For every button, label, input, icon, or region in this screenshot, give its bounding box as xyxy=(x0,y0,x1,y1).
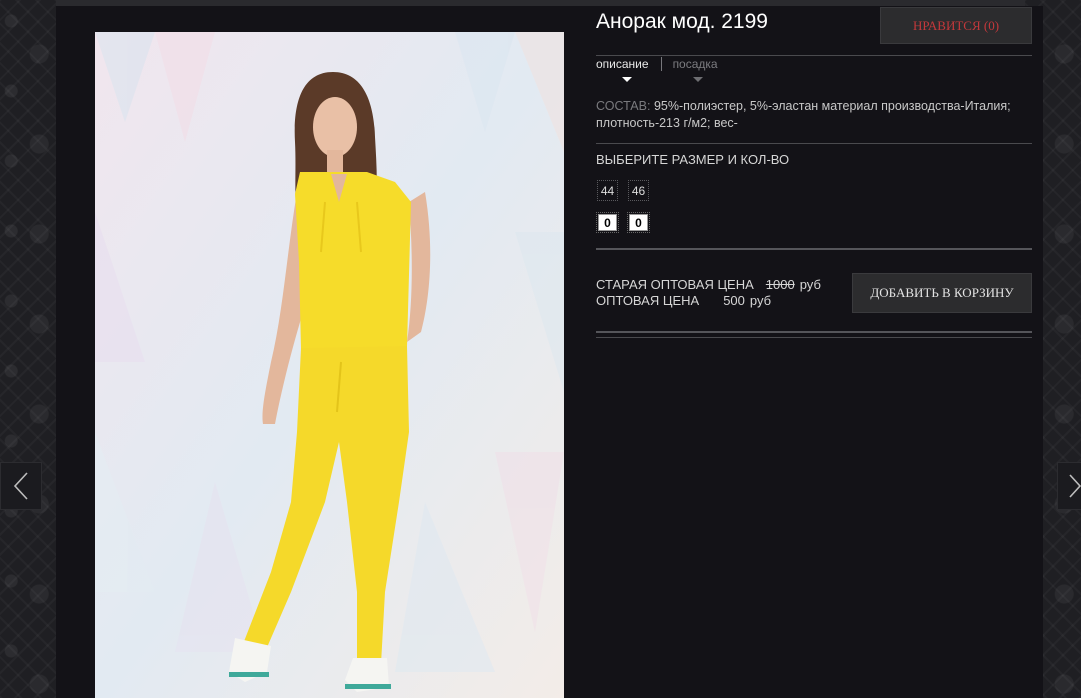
size-heading: ВЫБЕРИТЕ РАЗМЕР И КОЛ-ВО xyxy=(596,152,790,167)
current-price-label: ОПТОВАЯ ЦЕНА xyxy=(596,293,700,308)
next-product-button[interactable] xyxy=(1057,462,1081,510)
divider xyxy=(596,337,1032,338)
divider xyxy=(596,143,1032,144)
prev-product-button[interactable] xyxy=(0,462,42,510)
caret-down-icon xyxy=(692,77,703,82)
size-option-46[interactable]: 46 xyxy=(628,180,649,201)
quantity-input-44[interactable]: 0 xyxy=(596,212,619,233)
like-button[interactable]: НРАВИТСЯ (0) xyxy=(880,7,1032,44)
divider xyxy=(596,248,1032,250)
old-price-currency: руб xyxy=(799,277,821,292)
model-illustration xyxy=(95,32,564,698)
tab-fit-label: посадка xyxy=(672,57,718,71)
composition-label: СОСТАВ: xyxy=(596,99,651,113)
tab-fit[interactable]: посадка xyxy=(660,57,730,82)
composition-text: СОСТАВ: 95%-полиэстер, 5%-эластан матери… xyxy=(596,98,1036,132)
composition-value: 95%-полиэстер, 5%-эластан материал произ… xyxy=(596,99,1011,130)
product-photo[interactable] xyxy=(95,32,564,698)
old-price-value: 1000 xyxy=(765,277,795,292)
current-price-currency: руб xyxy=(749,293,772,308)
caret-down-icon xyxy=(622,77,632,82)
old-price-label: СТАРАЯ ОПТОВАЯ ЦЕНА xyxy=(596,277,754,292)
chevron-right-icon xyxy=(1069,474,1081,498)
size-option-44[interactable]: 44 xyxy=(597,180,618,201)
add-to-cart-button[interactable]: ДОБАВИТЬ В КОРЗИНУ xyxy=(852,273,1032,313)
product-title: Анорак мод. 2199 xyxy=(596,10,768,33)
left-ornament-border xyxy=(0,0,57,698)
quantity-input-46[interactable]: 0 xyxy=(627,212,650,233)
divider xyxy=(596,331,1032,333)
tab-description[interactable]: описание xyxy=(596,57,661,82)
chevron-left-icon xyxy=(13,472,28,500)
divider xyxy=(596,55,1032,56)
price-block: СТАРАЯ ОПТОВАЯ ЦЕНА 1000 руб ОПТОВАЯ ЦЕН… xyxy=(596,277,821,309)
product-tabs: описание посадка xyxy=(596,57,730,82)
current-price-value: 500 xyxy=(723,293,745,308)
tab-description-label: описание xyxy=(596,57,649,71)
